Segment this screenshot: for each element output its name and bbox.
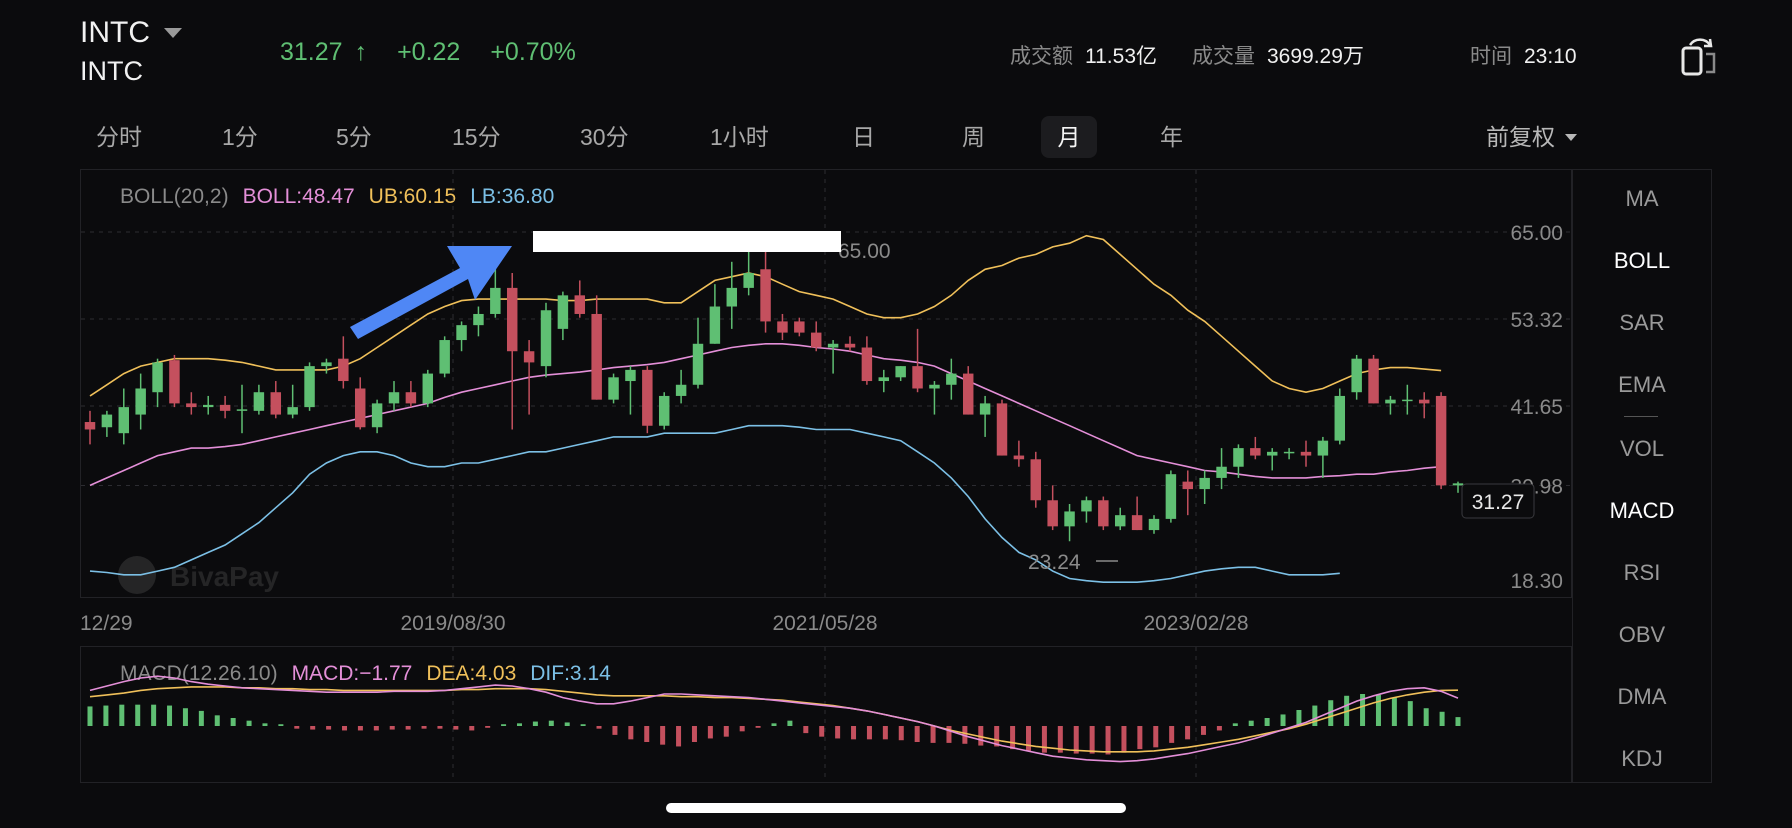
symbol-block[interactable]: INTC INTC — [80, 16, 182, 87]
x-tick-label: 12/29 — [80, 612, 133, 635]
x-tick-label: 2021/05/28 — [772, 612, 877, 635]
indicator-boll[interactable]: BOLL — [1572, 248, 1712, 274]
price-adjust-label: 前复权 — [1486, 124, 1555, 150]
sidebar-divider — [1624, 416, 1658, 417]
boll-legend-upper: UB:60.15 — [368, 185, 457, 208]
rotate-screen-icon[interactable] — [1680, 36, 1718, 76]
volume-label: 成交量 — [1192, 45, 1255, 68]
tab-1min[interactable]: 1分 — [210, 116, 270, 158]
boll-legend-lower: LB:36.80 — [470, 185, 555, 208]
last-price: 31.27 — [280, 38, 343, 66]
indicator-vol[interactable]: VOL — [1572, 436, 1712, 462]
stock-chart-screen: INTC INTC 31.27 ↑ +0.22 +0.70% 成交额 11.53亿… — [0, 0, 1792, 828]
chevron-down-icon[interactable] — [164, 28, 182, 38]
turnover-value: 11.53亿 — [1085, 45, 1157, 68]
macd-legend-name: MACD(12.26.10) — [120, 662, 278, 685]
time-value: 23:10 — [1524, 45, 1577, 68]
timeframe-tabs: 分时 1分 5分 15分 30分 1小时 日 周 月 年 — [76, 116, 1716, 158]
boll-legend-name: BOLL(20,2) — [120, 185, 229, 208]
tab-week[interactable]: 周 — [950, 116, 997, 158]
x-tick-label: 2019/08/30 — [400, 612, 505, 635]
quote-row: 31.27 ↑ +0.22 +0.70% — [280, 38, 576, 67]
volume-stat: 成交量 3699.29万 — [1192, 40, 1364, 70]
volume-value: 3699.29万 — [1267, 45, 1364, 68]
macd-legend-macd: MACD:−1.77 — [291, 662, 413, 685]
indicator-ma[interactable]: MA — [1572, 186, 1712, 212]
indicator-obv[interactable]: OBV — [1572, 622, 1712, 648]
indicator-macd[interactable]: MACD — [1572, 498, 1712, 524]
main-chart-frame — [80, 169, 1572, 598]
boll-legend-mid: BOLL:48.47 — [242, 185, 355, 208]
x-tick-label: 2023/02/28 — [1143, 612, 1248, 635]
tab-year[interactable]: 年 — [1148, 116, 1195, 158]
tab-month[interactable]: 月 — [1041, 116, 1097, 158]
price-change: +0.22 — [397, 38, 461, 66]
chevron-down-icon — [1565, 133, 1577, 141]
turnover-label: 成交额 — [1010, 45, 1073, 68]
home-indicator[interactable] — [666, 803, 1126, 813]
time-stat: 时间 23:10 — [1470, 40, 1577, 70]
indicator-ema[interactable]: EMA — [1572, 372, 1712, 398]
boll-legend: BOLL(20,2) BOLL:48.47 UB:60.15 LB:36.80 — [120, 185, 554, 209]
arrow-up-icon: ↑ — [354, 38, 368, 66]
tab-30min[interactable]: 30分 — [568, 116, 641, 158]
symbol-title: INTC — [80, 16, 150, 49]
price-adjust-dropdown[interactable]: 前复权 — [1486, 116, 1577, 158]
tab-15min[interactable]: 15分 — [440, 116, 513, 158]
tab-5min[interactable]: 5分 — [324, 116, 384, 158]
last-price-group: 31.27 ↑ — [280, 38, 367, 67]
tab-intraday[interactable]: 分时 — [84, 116, 154, 158]
time-label: 时间 — [1470, 45, 1512, 68]
macd-legend: MACD(12.26.10) MACD:−1.77 DEA:4.03 DIF:3… — [120, 662, 611, 686]
indicator-dma[interactable]: DMA — [1572, 684, 1712, 710]
price-change-pct: +0.70% — [490, 38, 576, 66]
indicator-rsi[interactable]: RSI — [1572, 560, 1712, 586]
turnover-stat: 成交额 11.53亿 — [1010, 40, 1157, 70]
indicator-kdj[interactable]: KDJ — [1572, 746, 1712, 772]
macd-legend-dea: DEA:4.03 — [426, 662, 517, 685]
indicator-sar[interactable]: SAR — [1572, 310, 1712, 336]
tab-day[interactable]: 日 — [840, 116, 887, 158]
tab-1hour[interactable]: 1小时 — [698, 116, 781, 158]
symbol-subtitle: INTC — [80, 56, 143, 86]
macd-legend-dif: DIF:3.14 — [530, 662, 611, 685]
